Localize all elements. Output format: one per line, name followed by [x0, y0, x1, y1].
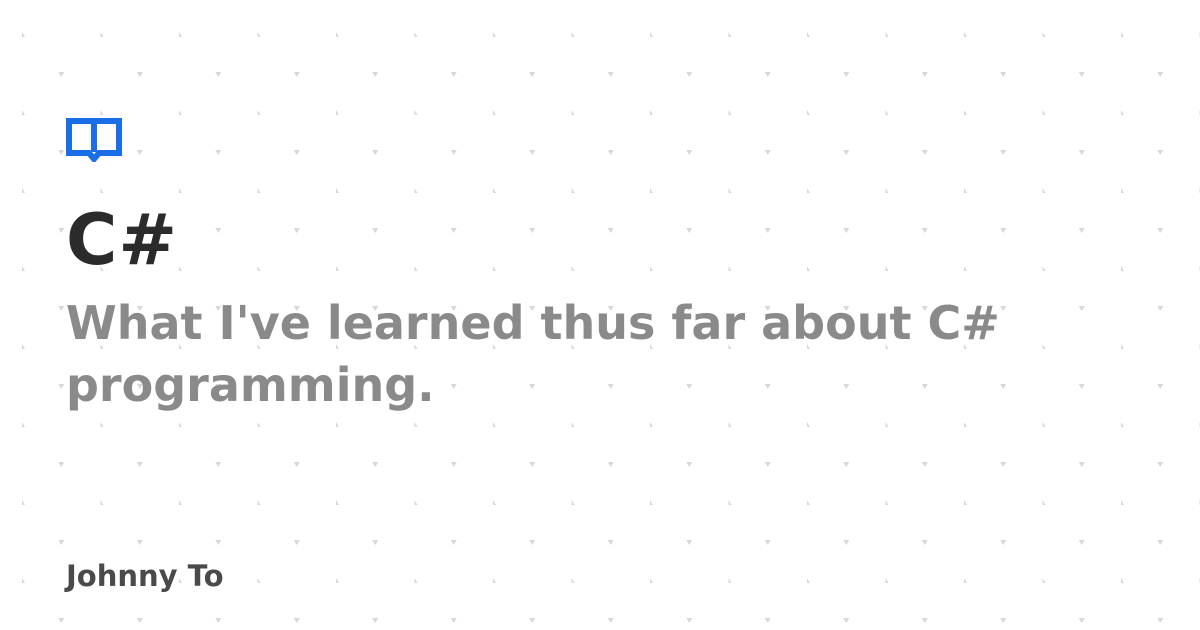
page-title: C# [66, 199, 179, 281]
author-name: Johnny To [66, 559, 224, 593]
card-content: C# What I've learned thus far about C# p… [66, 118, 1146, 416]
book-icon [66, 118, 122, 162]
page-subtitle: What I've learned thus far about C# prog… [66, 296, 1000, 412]
